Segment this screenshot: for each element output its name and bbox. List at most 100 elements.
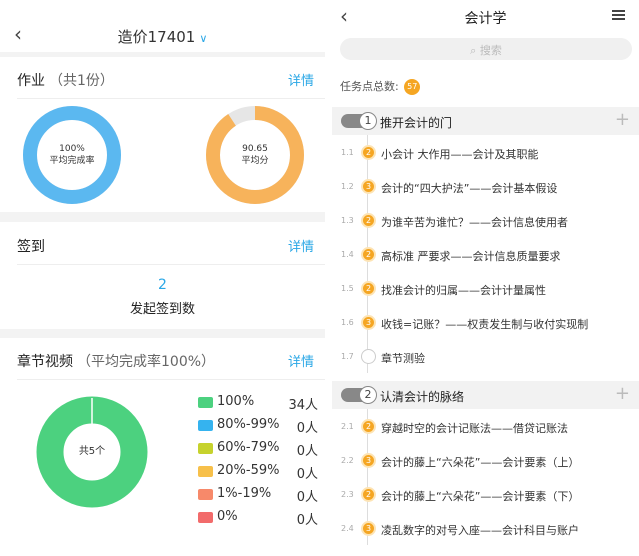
completion-caption: 平均完成率 — [49, 156, 95, 166]
homework-details-link[interactable]: 详情 — [288, 70, 314, 89]
lesson-number: 2.2 — [341, 456, 354, 465]
signin-label: 发起签到数 — [129, 302, 195, 317]
legend-label: 20%-59% — [217, 463, 280, 478]
video-card: 章节视频 （平均完成率100%） 详情 共5个 100% 34人 80%-99% 0人 6… — [0, 338, 325, 556]
legend-swatch — [198, 466, 213, 477]
chapter-header[interactable]: 2 认清会计的脉络 + — [332, 381, 639, 409]
lesson-title: 会计的“四大护法”——会计基本假设 — [381, 182, 558, 195]
lesson-item[interactable]: 1.2 3 会计的“四大护法”——会计基本假设 — [332, 175, 639, 201]
legend-swatch — [198, 489, 213, 500]
lesson-item[interactable]: 2.4 3 凌乱数字的对号入座——会计科目与账户 — [332, 517, 639, 543]
lesson-item[interactable]: 2.2 3 会计的藤上“六朵花”——会计要素（上） — [332, 449, 639, 475]
lesson-item[interactable]: 2.3 2 会计的藤上“六朵花”——会计要素（下） — [332, 483, 639, 509]
search-placeholder-text: 搜索 — [479, 44, 502, 57]
video-center-label: 共5个 — [78, 446, 106, 457]
legend-label: 0% — [217, 509, 238, 524]
task-total-badge: 57 — [404, 79, 421, 95]
homework-title-text: 作业 — [17, 73, 45, 89]
legend-count: 0人 — [296, 421, 318, 436]
lesson-number: 1.1 — [341, 148, 354, 157]
chapter-toggle[interactable]: 1 — [341, 112, 377, 130]
lesson-item[interactable]: 1.6 3 收钱=记账？——权责发生制与收付实现制 — [332, 311, 639, 337]
score-value: 90.65 — [242, 144, 268, 154]
lesson-title: 为谁辛苦为谁忙？——会计信息使用者 — [381, 216, 568, 229]
legend-label: 80%-99% — [217, 417, 280, 432]
signin-card: 签到 详情 2 发起签到数 — [0, 222, 325, 329]
left-header: ‹ 造价17401 ∨ — [0, 0, 325, 52]
legend-label: 60%-79% — [217, 440, 280, 455]
search-input[interactable]: ⌕ 搜索 — [340, 38, 632, 60]
task-total-label: 任务点总数: — [340, 80, 399, 93]
task-badge — [361, 349, 376, 364]
legend-swatch — [198, 443, 213, 454]
task-total: 任务点总数: 57 — [340, 78, 421, 95]
plus-icon[interactable]: + — [615, 109, 630, 130]
completion-label: 100% 平均完成率 — [22, 143, 122, 167]
score-label: 90.65 平均分 — [205, 143, 305, 167]
legend-swatch — [198, 397, 213, 408]
legend-count: 34人 — [288, 398, 318, 413]
task-badge: 2 — [361, 145, 376, 160]
task-badge: 3 — [361, 179, 376, 194]
divider — [17, 264, 325, 265]
menu-icon[interactable] — [612, 10, 625, 20]
chapter-header[interactable]: 1 推开会计的门 + — [332, 107, 639, 135]
legend-row: 1%-19% 0人 — [198, 486, 318, 505]
class-title: 造价17401 — [117, 28, 196, 46]
signin-title: 签到 — [17, 239, 45, 255]
legend-count: 0人 — [296, 513, 318, 528]
chapter-index: 2 — [359, 386, 377, 404]
lesson-title: 高标准 严要求——会计信息质量要求 — [381, 250, 561, 263]
course-title: 会计学 — [464, 11, 507, 27]
legend-label: 100% — [217, 394, 255, 409]
legend-count: 0人 — [296, 490, 318, 505]
task-badge: 2 — [361, 281, 376, 296]
lesson-number: 2.1 — [341, 422, 354, 431]
lesson-title: 会计的藤上“六朵花”——会计要素（上） — [381, 456, 580, 469]
task-badge: 2 — [361, 487, 376, 502]
legend-count: 0人 — [296, 467, 318, 482]
search-placeholder: ⌕ 搜索 — [340, 42, 632, 58]
lesson-number: 1.6 — [341, 318, 354, 327]
plus-icon[interactable]: + — [615, 383, 630, 404]
signin-count: 2 — [158, 277, 167, 293]
chapter-title: 推开会计的门 — [380, 116, 453, 130]
legend-label: 1%-19% — [217, 486, 272, 501]
homework-count: （共1份） — [49, 73, 114, 89]
video-average: （平均完成率100%） — [77, 354, 216, 370]
homework-card: 作业 （共1份） 详情 100% 平均完成率 90.65 平均分 — [0, 57, 325, 212]
lesson-number: 1.2 — [341, 182, 354, 191]
right-header: ‹ 会计学 — [332, 0, 639, 34]
class-selector[interactable]: 造价17401 ∨ — [0, 26, 325, 47]
lesson-title: 穿越时空的会计记账法——借贷记账法 — [381, 422, 568, 435]
lesson-item[interactable]: 1.1 2 小会计 大作用——会计及其职能 — [332, 141, 639, 167]
lesson-item[interactable]: 1.5 2 找准会计的归属——会计计量属性 — [332, 277, 639, 303]
lesson-item[interactable]: 1.7 章节测验 — [332, 345, 639, 371]
lesson-item[interactable]: 1.4 2 高标准 严要求——会计信息质量要求 — [332, 243, 639, 269]
legend-row: 60%-79% 0人 — [198, 440, 318, 459]
divider — [17, 379, 325, 380]
legend-swatch — [198, 420, 213, 431]
chapter-index: 1 — [359, 112, 377, 130]
legend-row: 100% 34人 — [198, 394, 318, 413]
chevron-down-icon: ∨ — [199, 32, 208, 45]
divider — [17, 98, 325, 99]
lesson-title: 找准会计的归属——会计计量属性 — [381, 284, 546, 297]
signin-details-link[interactable]: 详情 — [288, 236, 314, 255]
lesson-title: 凌乱数字的对号入座——会计科目与账户 — [381, 524, 579, 537]
lesson-number: 2.4 — [341, 524, 354, 533]
chapter-toggle[interactable]: 2 — [341, 386, 377, 404]
completion-value: 100% — [59, 144, 85, 154]
lesson-number: 2.3 — [341, 490, 354, 499]
video-title: 章节视频 （平均完成率100%） — [17, 351, 215, 371]
task-badge: 3 — [361, 453, 376, 468]
lesson-item[interactable]: 2.1 2 穿越时空的会计记账法——借贷记账法 — [332, 415, 639, 441]
lesson-title: 小会计 大作用——会计及其职能 — [381, 148, 539, 161]
task-badge: 2 — [361, 247, 376, 262]
lesson-item[interactable]: 1.3 2 为谁辛苦为谁忙？——会计信息使用者 — [332, 209, 639, 235]
lesson-title: 章节测验 — [381, 352, 425, 365]
lesson-title: 会计的藤上“六朵花”——会计要素（下） — [381, 490, 580, 503]
lesson-number: 1.5 — [341, 284, 354, 293]
video-details-link[interactable]: 详情 — [288, 351, 314, 370]
legend-row: 20%-59% 0人 — [198, 463, 318, 482]
